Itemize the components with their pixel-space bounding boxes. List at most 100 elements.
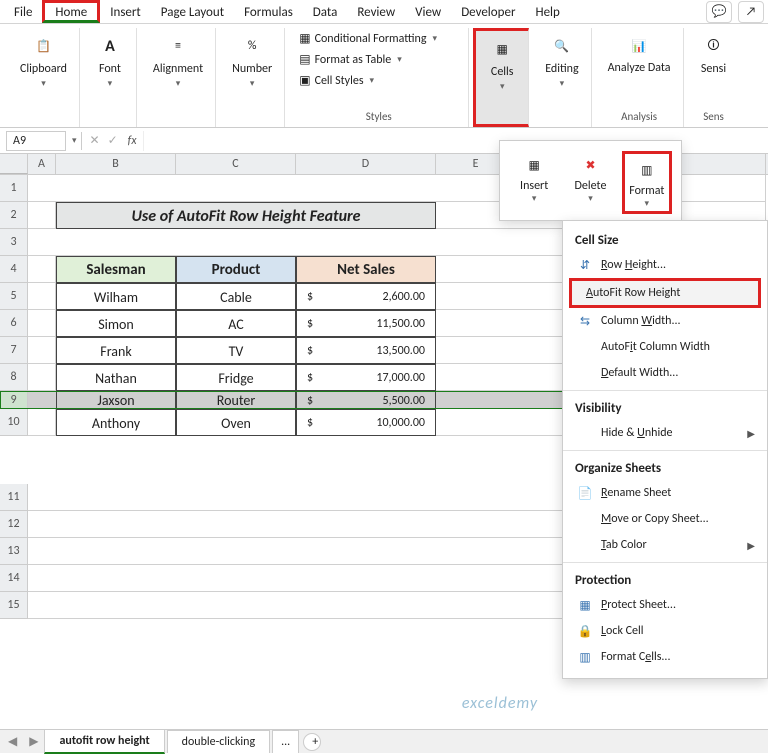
menu-format-cells[interactable]: ▥Format Cells... bbox=[563, 644, 767, 670]
colh-B[interactable]: B bbox=[56, 154, 176, 174]
rowh-2[interactable]: 2 bbox=[0, 202, 28, 229]
sheet-tab-active[interactable]: autofit row height bbox=[44, 729, 164, 754]
alignment-button[interactable]: ≡ Alignment ▾ bbox=[149, 30, 207, 91]
menu-autofit-col-width[interactable]: AutoFit Column Width bbox=[563, 334, 767, 360]
menu-tab-color[interactable]: Tab Color▶ bbox=[563, 532, 767, 558]
rowh-13[interactable]: 13 bbox=[0, 538, 28, 565]
comments-icon[interactable]: 💬 bbox=[706, 1, 732, 23]
colh-A[interactable]: A bbox=[28, 154, 56, 174]
cell-salesman[interactable]: Wilham bbox=[56, 283, 176, 310]
sheet-nav-prev-icon[interactable]: ◀ bbox=[0, 734, 25, 749]
tab-home[interactable]: Home bbox=[42, 0, 100, 23]
cell-netsales[interactable]: $ 2,600.00 bbox=[296, 283, 436, 310]
cell-netsales[interactable]: $ 17,000.00 bbox=[296, 364, 436, 391]
cell-salesman[interactable]: Nathan bbox=[56, 364, 176, 391]
rowh-12[interactable]: 12 bbox=[0, 511, 28, 538]
select-all-corner[interactable] bbox=[0, 154, 28, 174]
cell-product[interactable]: AC bbox=[176, 310, 296, 337]
insert-cells-button[interactable]: ▦ Insert▾ bbox=[509, 151, 559, 214]
tab-formulas[interactable]: Formulas bbox=[234, 0, 303, 23]
format-as-table-button[interactable]: ▤Format as Table▾ bbox=[297, 51, 404, 68]
colh-C[interactable]: C bbox=[176, 154, 296, 174]
tab-data[interactable]: Data bbox=[303, 0, 348, 23]
clipboard-button[interactable]: 📋 Clipboard ▾ bbox=[16, 30, 71, 91]
rowh-7[interactable]: 7 bbox=[0, 337, 28, 364]
rowh-1[interactable]: 1 bbox=[0, 175, 28, 202]
rowh-3[interactable]: 3 bbox=[0, 229, 28, 256]
menu-autofit-row-height[interactable]: AutoFit Row Height bbox=[569, 278, 761, 308]
font-button[interactable]: A Font ▾ bbox=[92, 30, 128, 91]
tab-view[interactable]: View bbox=[405, 0, 451, 23]
styles-label: Styles bbox=[366, 108, 392, 125]
colh-D[interactable]: D bbox=[296, 154, 436, 174]
cell-salesman[interactable]: Simon bbox=[56, 310, 176, 337]
cell[interactable] bbox=[28, 283, 56, 310]
th-netsales[interactable]: Net Sales bbox=[296, 256, 436, 283]
cell-product[interactable]: Oven bbox=[176, 409, 296, 436]
share-icon[interactable]: ↗ bbox=[738, 1, 764, 23]
menu-column-width[interactable]: ⇆Column Width... bbox=[563, 308, 767, 334]
rowh-11[interactable]: 11 bbox=[0, 484, 28, 511]
cell[interactable] bbox=[28, 202, 56, 229]
cell-styles-button[interactable]: ▣Cell Styles▾ bbox=[297, 72, 376, 89]
rowh-5[interactable]: 5 bbox=[0, 283, 28, 310]
cell-netsales[interactable]: $ 13,500.00 bbox=[296, 337, 436, 364]
menu-hide-unhide[interactable]: Hide & Unhide▶ bbox=[563, 420, 767, 446]
add-sheet-button[interactable]: + bbox=[303, 733, 321, 751]
sensitivity-button[interactable]: 🛈 Sensi bbox=[696, 30, 732, 78]
th-product[interactable]: Product bbox=[176, 256, 296, 283]
cell[interactable] bbox=[28, 409, 56, 436]
rowh-15[interactable]: 15 bbox=[0, 592, 28, 619]
cell[interactable] bbox=[28, 391, 56, 409]
rowh-8[interactable]: 8 bbox=[0, 364, 28, 391]
fx-icon[interactable]: fx bbox=[128, 134, 137, 148]
tab-help[interactable]: Help bbox=[525, 0, 569, 23]
cell[interactable] bbox=[28, 310, 56, 337]
th-salesman[interactable]: Salesman bbox=[56, 256, 176, 283]
cell[interactable] bbox=[28, 337, 56, 364]
cancel-icon[interactable]: ✕ bbox=[86, 133, 104, 148]
tab-developer[interactable]: Developer bbox=[451, 0, 525, 23]
cell-product[interactable]: Router bbox=[176, 391, 296, 409]
menu-row-height[interactable]: ⇵Row Height... bbox=[563, 252, 767, 278]
tab-insert[interactable]: Insert bbox=[100, 0, 151, 23]
menu-move-sheet[interactable]: Move or Copy Sheet... bbox=[563, 506, 767, 532]
analyze-button[interactable]: 📊 Analyze Data bbox=[604, 30, 675, 77]
cells-button[interactable]: ▦ Cells ▾ bbox=[484, 33, 520, 94]
cell-salesman[interactable]: Frank bbox=[56, 337, 176, 364]
cell-netsales[interactable]: $ 10,000.00 bbox=[296, 409, 436, 436]
sheet-tab-more[interactable]: ... bbox=[272, 730, 299, 753]
tab-file[interactable]: File bbox=[4, 0, 42, 23]
group-cells[interactable]: ▦ Cells ▾ bbox=[473, 28, 529, 127]
number-button[interactable]: % Number ▾ bbox=[228, 30, 276, 91]
editing-button[interactable]: 🔍 Editing ▾ bbox=[541, 30, 582, 91]
cell-product[interactable]: TV bbox=[176, 337, 296, 364]
conditional-formatting-button[interactable]: ▦Conditional Formatting▾ bbox=[297, 30, 439, 47]
rowh-14[interactable]: 14 bbox=[0, 565, 28, 592]
format-cells-button[interactable]: ▥ Format▾ bbox=[622, 151, 672, 214]
rowh-10[interactable]: 10 bbox=[0, 409, 28, 436]
cell-product[interactable]: Cable bbox=[176, 283, 296, 310]
rowh-4[interactable]: 4 bbox=[0, 256, 28, 283]
cell-salesman[interactable]: Jaxson bbox=[56, 391, 176, 409]
cell-netsales[interactable]: $ 5,500.00 bbox=[296, 391, 436, 409]
cell-netsales[interactable]: $ 11,500.00 bbox=[296, 310, 436, 337]
tab-page-layout[interactable]: Page Layout bbox=[151, 0, 234, 23]
tab-review[interactable]: Review bbox=[347, 0, 405, 23]
cell-product[interactable]: Fridge bbox=[176, 364, 296, 391]
sheet-nav-next-icon[interactable]: ▶ bbox=[25, 734, 42, 749]
menu-rename-sheet[interactable]: 📄Rename Sheet bbox=[563, 480, 767, 506]
cell[interactable] bbox=[28, 364, 56, 391]
menu-default-width[interactable]: Default Width... bbox=[563, 360, 767, 386]
name-box[interactable] bbox=[6, 131, 66, 151]
delete-cells-button[interactable]: ✖ Delete▾ bbox=[565, 151, 615, 214]
cell-salesman[interactable]: Anthony bbox=[56, 409, 176, 436]
rowh-6[interactable]: 6 bbox=[0, 310, 28, 337]
menu-lock-cell[interactable]: 🔒Lock Cell bbox=[563, 618, 767, 644]
menu-protect-sheet[interactable]: ▦Protect Sheet... bbox=[563, 592, 767, 618]
sheet-tab[interactable]: double-clicking bbox=[167, 730, 270, 753]
title-cell[interactable]: Use of AutoFit Row Height Feature bbox=[56, 202, 436, 229]
accept-icon[interactable]: ✓ bbox=[104, 133, 122, 148]
cell[interactable] bbox=[28, 256, 56, 283]
rowh-9[interactable]: 9 bbox=[0, 391, 28, 409]
